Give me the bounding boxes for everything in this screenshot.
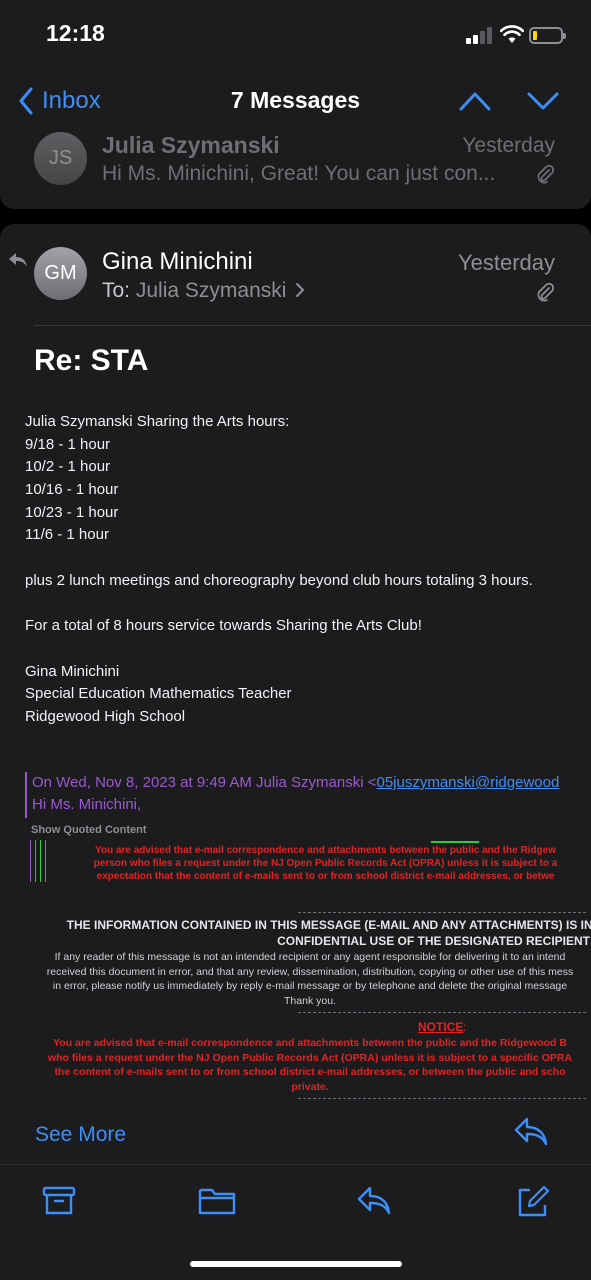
folder-icon[interactable] xyxy=(198,1185,236,1217)
recipient-name: Julia Szymanski xyxy=(135,279,287,302)
info-line: If any reader of this message is not an … xyxy=(54,951,566,963)
recipient-details[interactable]: To: Julia Szymanski xyxy=(102,279,306,303)
notice-line: who files a request under the NJ Open Pu… xyxy=(47,1051,573,1064)
message-count-title: 7 Messages xyxy=(230,87,361,113)
message-date: Yesterday xyxy=(457,250,555,275)
quote-level-bars xyxy=(30,840,50,882)
message-card: GM Gina Minichini Yesterday To: Julia Sz… xyxy=(0,224,591,1164)
show-quoted-content-button[interactable]: Show Quoted Content xyxy=(31,824,146,836)
disclaimer-line: expectation that the content of e-mails … xyxy=(96,871,555,882)
quote-rule xyxy=(431,841,479,843)
navigation-bar: Inbox 7 Messages xyxy=(0,70,591,132)
notice-line: the content of e-mails sent to or from s… xyxy=(54,1066,566,1078)
dashed-divider xyxy=(298,1098,586,1099)
battery-icon xyxy=(529,27,566,44)
notice-label: NOTICE xyxy=(418,1020,464,1034)
hours-line: 10/2 - 1 hour xyxy=(25,458,111,476)
body-plus: plus 2 lunch meetings and choreography b… xyxy=(25,571,533,589)
body-total: For a total of 8 hours service towards S… xyxy=(25,617,422,635)
quote-header-text: On Wed, Nov 8, 2023 at 9:49 AM Julia Szy… xyxy=(32,774,377,791)
avatar: GM xyxy=(34,247,87,300)
quote-greeting: Hi Ms. Minichini, xyxy=(32,796,142,813)
to-label: To: xyxy=(102,279,131,302)
status-bar: 12:18 xyxy=(0,0,591,70)
dashed-divider xyxy=(298,1012,586,1013)
archive-icon[interactable] xyxy=(42,1185,76,1217)
disclaimer-line: person who files a request under the NJ … xyxy=(93,858,558,869)
heading-line: THE INFORMATION CONTAINED IN THIS MESSAG… xyxy=(66,918,591,932)
quote-email-link[interactable]: 05juszymanski@ridgewood xyxy=(376,774,559,791)
hours-line: 11/6 - 1 hour xyxy=(25,526,109,544)
signature-name: Gina Minichini xyxy=(25,662,120,680)
paperclip-icon[interactable] xyxy=(535,282,555,302)
info-line: Thank you. xyxy=(284,994,336,1007)
quote-header: On Wed, Nov 8, 2023 at 9:49 AM Julia Szy… xyxy=(32,772,591,794)
message-subject: Re: STA xyxy=(34,344,149,377)
notice-line: You are advised that e-mail corresponden… xyxy=(53,1037,567,1049)
hours-line: 10/23 - 1 hour xyxy=(25,503,119,521)
status-time: 12:18 xyxy=(46,20,105,46)
compose-icon[interactable] xyxy=(516,1185,550,1219)
hours-line: 10/16 - 1 hour xyxy=(25,481,119,499)
home-indicator[interactable] xyxy=(190,1261,402,1267)
collapsed-message[interactable]: JS Julia Szymanski Yesterday Hi Ms. Mini… xyxy=(0,132,591,209)
confidentiality-heading: THE INFORMATION CONTAINED IN THIS MESSAG… xyxy=(40,917,591,949)
header-divider xyxy=(34,325,591,326)
dashed-divider xyxy=(298,912,586,913)
message-body: Julia Szymanski Sharing the Arts hours: … xyxy=(25,411,591,729)
collapsed-date: Yesterday xyxy=(462,134,555,157)
wifi-icon xyxy=(500,25,524,43)
avatar: JS xyxy=(34,132,87,185)
signature-school: Ridgewood High School xyxy=(25,707,186,725)
cellular-signal-icon xyxy=(466,27,494,44)
paperclip-icon xyxy=(537,164,555,184)
see-more-button[interactable]: See More xyxy=(35,1123,126,1147)
collapsed-sender: Julia Szymanski xyxy=(102,132,280,158)
signature-title: Special Education Mathematics Teacher xyxy=(25,685,292,703)
info-line: in error, please notify us immediately b… xyxy=(52,980,568,992)
confidentiality-text: If any reader of this message is not an … xyxy=(10,950,591,1008)
chevron-up-icon[interactable] xyxy=(458,90,492,112)
replied-indicator-icon xyxy=(9,253,27,267)
quoted-block: On Wed, Nov 8, 2023 at 9:49 AM Julia Szy… xyxy=(25,772,591,818)
chevron-down-icon[interactable] xyxy=(526,90,560,112)
opra-disclaimer: You are advised that e-mail corresponden… xyxy=(60,844,591,883)
notice-line: private. xyxy=(291,1080,329,1093)
message-sender: Gina Minichini xyxy=(102,248,253,275)
heading-line: CONFIDENTIAL USE OF THE DESIGNATED RECIP… xyxy=(277,934,590,948)
body-intro: Julia Szymanski Sharing the Arts hours: xyxy=(25,413,290,430)
reply-icon[interactable] xyxy=(356,1185,392,1217)
disclaimer-line: You are advised that e-mail corresponden… xyxy=(94,845,557,856)
hours-line: 9/18 - 1 hour xyxy=(25,435,111,453)
info-line: received this document in error, and tha… xyxy=(46,965,574,978)
notice-colon: : xyxy=(463,1020,467,1034)
collapsed-preview: Hi Ms. Minichini, Great! You can just co… xyxy=(102,162,496,185)
chevron-right-icon xyxy=(296,283,305,297)
reply-icon[interactable] xyxy=(513,1116,549,1148)
notice-text: You are advised that e-mail corresponden… xyxy=(10,1036,591,1094)
